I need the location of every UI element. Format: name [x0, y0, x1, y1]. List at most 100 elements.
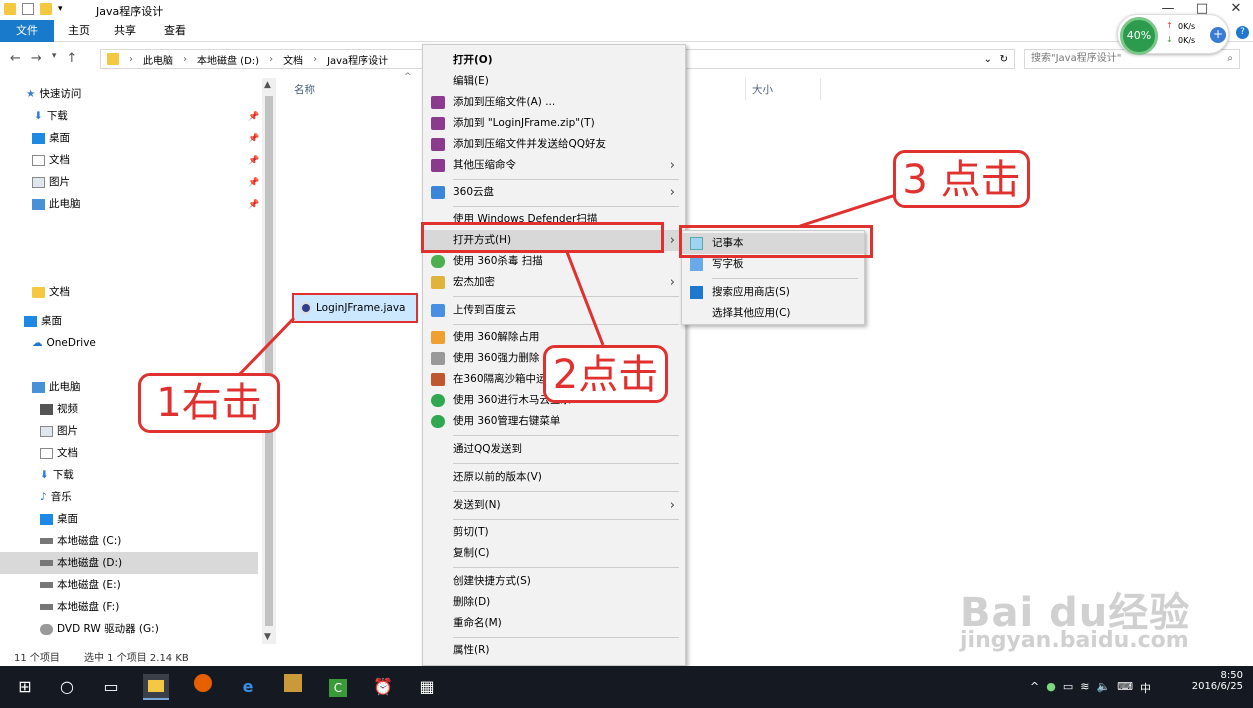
nav-pc-downloads[interactable]: ⬇ 下载: [40, 464, 74, 486]
submenu-item-choose-app[interactable]: 选择其他应用(C): [682, 303, 864, 324]
menu-item-rename[interactable]: 重命名(M): [423, 613, 685, 634]
column-divider[interactable]: [820, 78, 821, 100]
nav-videos[interactable]: 视频: [40, 398, 78, 420]
nav-drive-d[interactable]: 本地磁盘 (D:): [0, 552, 258, 574]
nav-drive-e[interactable]: 本地磁盘 (E:): [40, 574, 121, 596]
menu-item-360-antivirus[interactable]: 使用 360杀毒 扫描: [423, 251, 685, 272]
nav-this-pc[interactable]: 此电脑: [32, 376, 81, 398]
up-arrow-icon[interactable]: ↑: [66, 51, 77, 66]
tab-share[interactable]: 共享: [104, 20, 146, 42]
breadcrumb-this-pc[interactable]: 此电脑: [143, 52, 173, 67]
menu-item-open[interactable]: 打开(O): [423, 50, 685, 71]
pin-icon[interactable]: 📌: [248, 112, 259, 122]
scroll-down-icon[interactable]: ▼: [264, 632, 271, 642]
alarm-clock-icon[interactable]: ⏰: [370, 674, 396, 700]
nav-pc-pictures[interactable]: 图片: [40, 420, 78, 442]
edge-icon[interactable]: e: [235, 674, 261, 700]
menu-item-send-to[interactable]: 发送到(N) ›: [423, 495, 685, 516]
menu-item-cut[interactable]: 剪切(T): [423, 522, 685, 543]
nav-docs-folder[interactable]: 文档: [32, 281, 70, 303]
paint-icon[interactable]: [280, 674, 306, 700]
breadcrumb-separator-icon: ›: [269, 53, 274, 65]
volume-icon[interactable]: 🔈: [1096, 680, 1110, 696]
back-arrow-icon[interactable]: ←: [10, 51, 21, 66]
tab-home[interactable]: 主页: [58, 20, 100, 42]
menu-item-edit[interactable]: 编辑(E): [423, 71, 685, 92]
net-speed-widget[interactable]: 40% ↑ ↓ 0K/s 0K/s +: [1117, 14, 1229, 55]
360-icon: [431, 394, 445, 407]
nav-onedrive[interactable]: ☁ OneDrive: [32, 332, 96, 354]
column-header-name[interactable]: 名称: [294, 82, 315, 97]
refresh-icon[interactable]: ↻: [1000, 54, 1008, 65]
start-windows-icon[interactable]: ⊞: [12, 674, 38, 700]
nav-documents[interactable]: 文档: [32, 149, 70, 171]
menu-item-restore[interactable]: 还原以前的版本(V): [423, 467, 685, 488]
pin-icon[interactable]: 📌: [248, 178, 259, 188]
tab-file[interactable]: 文件: [0, 20, 54, 42]
new-folder-icon[interactable]: [40, 3, 52, 15]
breadcrumb-drive-d[interactable]: 本地磁盘 (D:): [197, 52, 259, 67]
menu-item-archive-qq[interactable]: 添加到压缩文件并发送给QQ好友: [423, 134, 685, 155]
wifi-icon[interactable]: ≋: [1080, 680, 1089, 696]
submenu-item-store[interactable]: 搜索应用商店(S): [682, 282, 864, 303]
firefox-icon[interactable]: [190, 674, 216, 700]
menu-item-360-manage[interactable]: 使用 360管理右键菜单: [423, 411, 685, 432]
menu-item-other-compress[interactable]: 其他压缩命令 ›: [423, 155, 685, 176]
360-tray-icon[interactable]: ●: [1046, 680, 1056, 696]
tab-view[interactable]: 查看: [154, 20, 196, 42]
nav-downloads[interactable]: ⬇ 下载: [34, 105, 68, 127]
clock-time: 8:50: [1220, 670, 1243, 681]
calculator-icon[interactable]: ▦: [414, 674, 440, 700]
camtasia-icon[interactable]: C: [325, 674, 351, 700]
nav-this-pc-quick[interactable]: 此电脑: [32, 193, 81, 215]
menu-item-delete[interactable]: 删除(D): [423, 592, 685, 613]
keyboard-icon[interactable]: ⌨: [1117, 680, 1133, 696]
nav-scrollbar[interactable]: ▲ ▼: [262, 78, 276, 644]
file-item-loginjframe[interactable]: LoginJFrame.java: [292, 293, 418, 323]
nav-drive-f[interactable]: 本地磁盘 (F:): [40, 596, 119, 618]
menu-item-add-zip[interactable]: 添加到 "LoginJFrame.zip"(T): [423, 113, 685, 134]
forward-arrow-icon[interactable]: →: [31, 51, 42, 66]
pin-icon[interactable]: 📌: [248, 200, 259, 210]
menu-item-add-archive[interactable]: 添加到压缩文件(A) ...: [423, 92, 685, 113]
nav-dvd-drive[interactable]: DVD RW 驱动器 (G:): [40, 618, 159, 640]
column-header-size[interactable]: 大小: [752, 82, 773, 97]
cortana-icon[interactable]: ○: [54, 674, 80, 700]
properties-icon[interactable]: [22, 3, 34, 15]
menu-item-shortcut[interactable]: 创建快捷方式(S): [423, 571, 685, 592]
nav-drive-c[interactable]: 本地磁盘 (C:): [40, 530, 121, 552]
nav-music[interactable]: ♪ 音乐: [40, 486, 72, 508]
task-view-icon[interactable]: ▭: [98, 674, 124, 700]
menu-item-baidu-upload[interactable]: 上传到百度云: [423, 300, 685, 321]
menu-item-properties[interactable]: 属性(R): [423, 640, 685, 661]
help-icon[interactable]: ?: [1236, 26, 1249, 39]
pin-icon[interactable]: 📌: [248, 134, 259, 144]
menu-item-copy[interactable]: 复制(C): [423, 543, 685, 564]
nav-desktop-root[interactable]: 桌面: [24, 310, 62, 332]
scroll-thumb[interactable]: [265, 96, 273, 626]
folder-icon: [32, 286, 45, 298]
nav-pictures[interactable]: 图片: [32, 171, 70, 193]
close-button[interactable]: ✕: [1219, 0, 1253, 20]
menu-item-qq-send[interactable]: 通过QQ发送到: [423, 439, 685, 460]
column-divider[interactable]: [745, 78, 746, 100]
qat-dropdown-icon[interactable]: ▾: [58, 4, 63, 14]
recent-chevron-icon[interactable]: ▾: [52, 51, 57, 66]
ime-indicator[interactable]: 中: [1140, 680, 1151, 696]
plus-icon[interactable]: +: [1210, 27, 1226, 43]
tray-expand-icon[interactable]: ^: [1030, 680, 1039, 696]
file-explorer-icon[interactable]: [143, 674, 169, 700]
battery-icon[interactable]: ▭: [1063, 680, 1073, 696]
clock[interactable]: 8:50 2016/6/25: [1192, 670, 1243, 692]
pin-icon[interactable]: 📌: [248, 156, 259, 166]
nav-pc-documents[interactable]: 文档: [40, 442, 78, 464]
nav-pc-desktop[interactable]: 桌面: [40, 508, 78, 530]
menu-item-encrypt[interactable]: 宏杰加密 ›: [423, 272, 685, 293]
address-dropdown-icon[interactable]: ⌄: [984, 54, 992, 65]
nav-quick-access[interactable]: ★ 快速访问: [26, 83, 81, 105]
nav-desktop[interactable]: 桌面: [32, 127, 70, 149]
breadcrumb-java[interactable]: Java程序设计: [327, 52, 388, 67]
menu-item-360-cloud[interactable]: 360云盘 ›: [423, 182, 685, 203]
breadcrumb-documents[interactable]: 文档: [283, 52, 303, 67]
scroll-up-icon[interactable]: ▲: [264, 80, 271, 90]
